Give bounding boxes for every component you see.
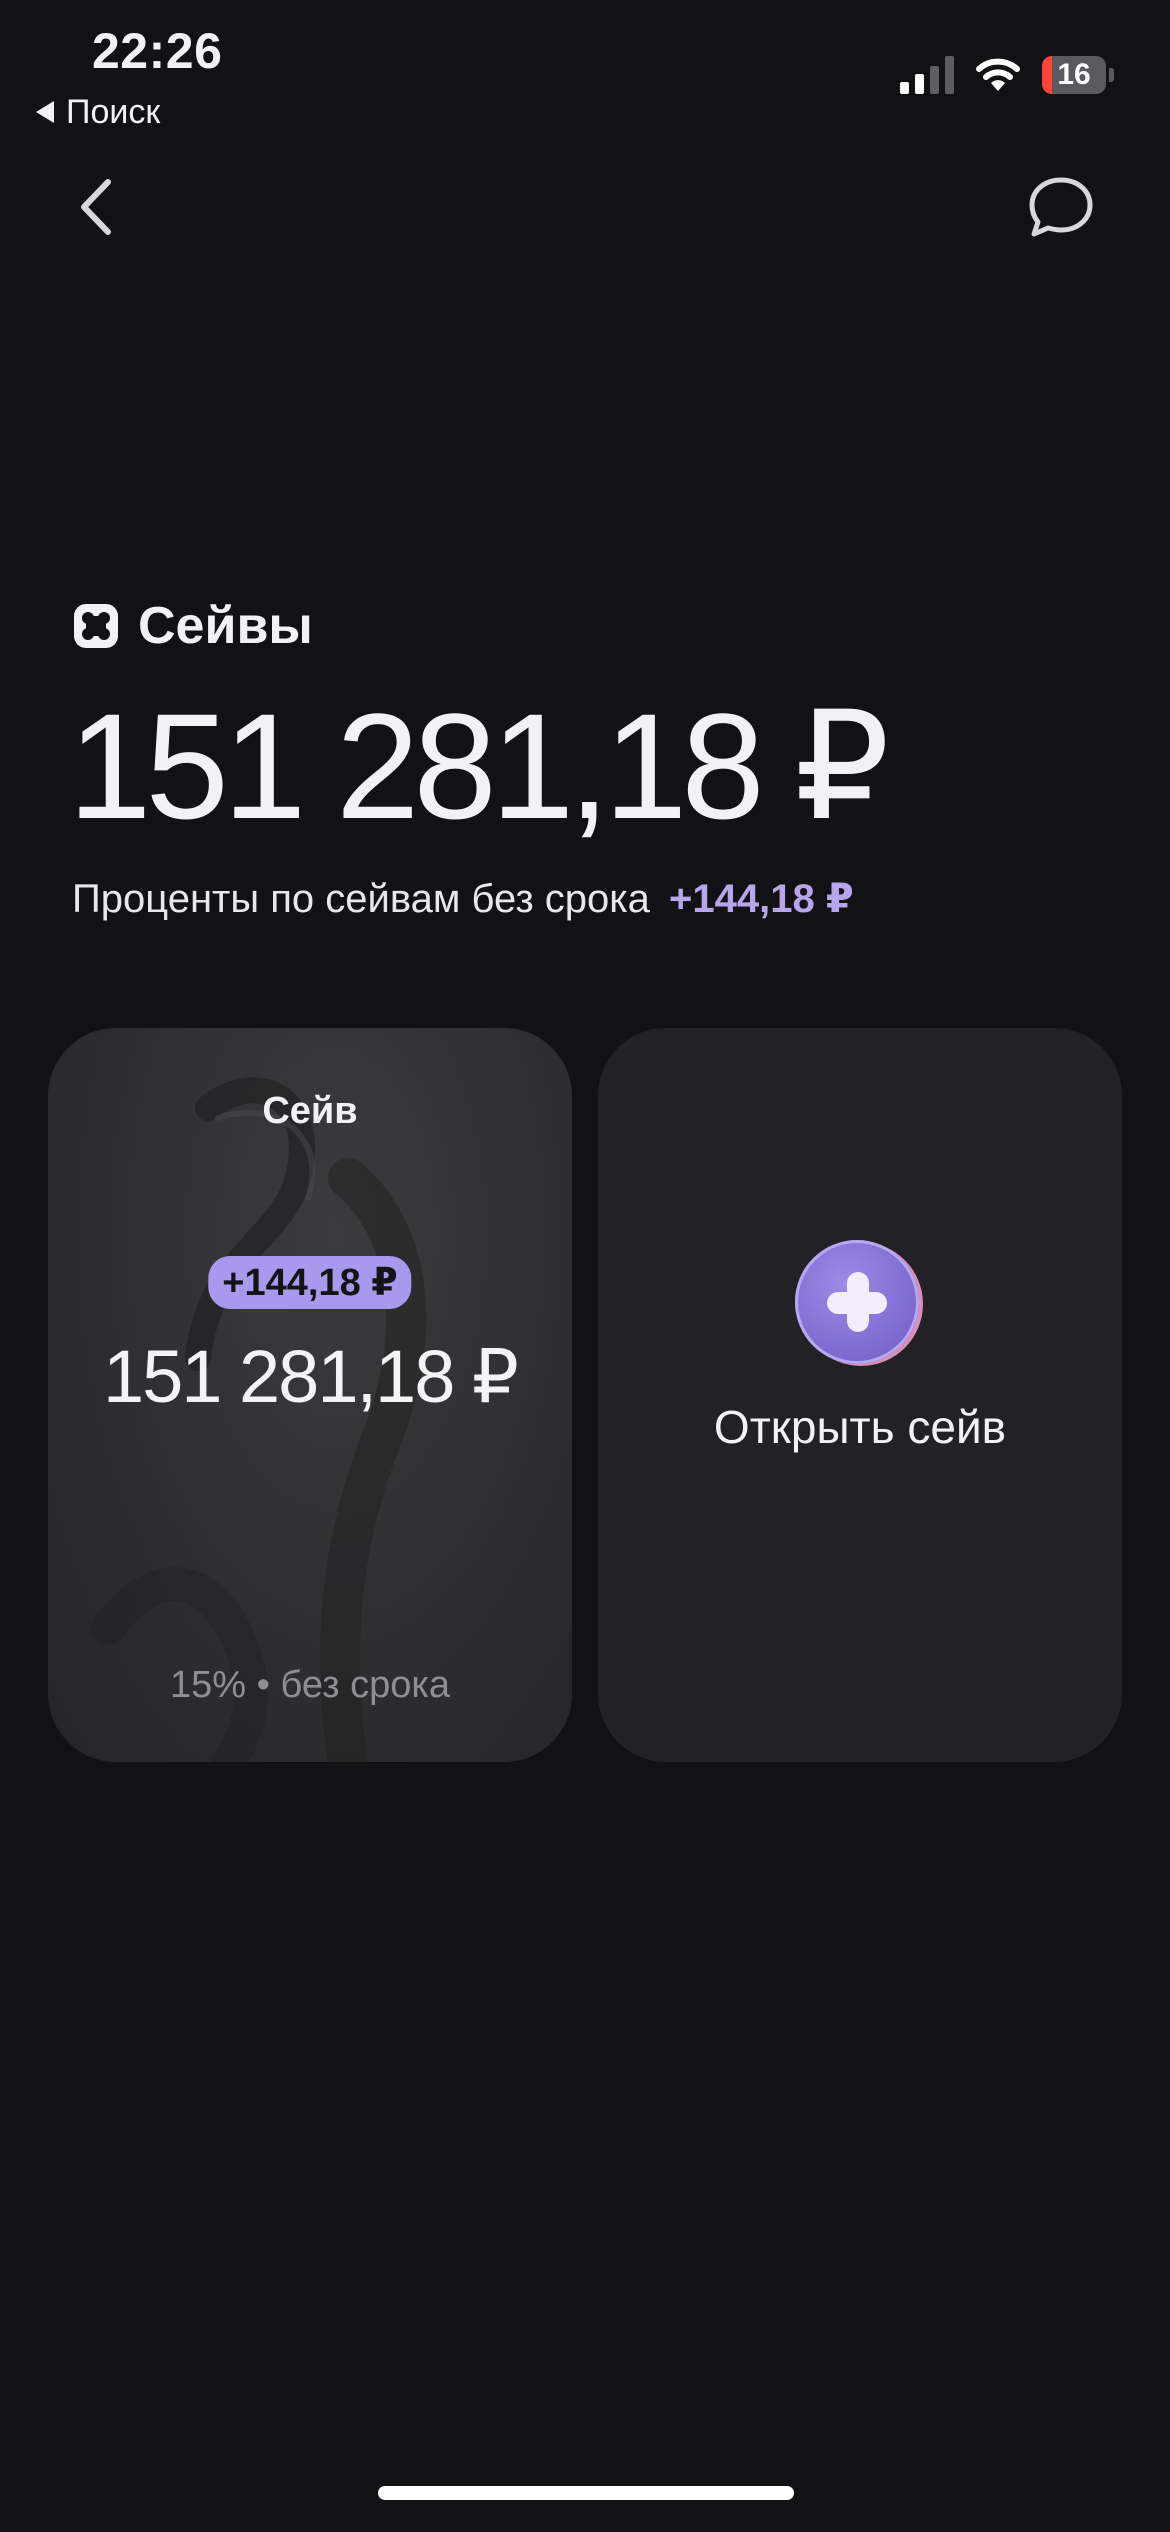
plus-icon <box>827 1272 887 1332</box>
battery-icon: 16 <box>1042 56 1114 94</box>
save-card-amount: 151 281,18 ₽ <box>102 1335 519 1418</box>
save-card-title: Сейв <box>262 1090 358 1132</box>
total-balance: 151 281,18 ₽ <box>68 682 890 850</box>
back-button[interactable] <box>70 172 126 242</box>
interest-badge: +144,18 ₽ <box>208 1256 412 1309</box>
chat-bubble-icon <box>1029 177 1093 237</box>
save-card-rate: 15% • без срока <box>170 1664 450 1706</box>
open-save-label: Открыть сейв <box>713 1401 1007 1453</box>
home-indicator[interactable] <box>378 2486 794 2500</box>
status-time: 22:26 <box>92 23 223 79</box>
section-title: Сейвы <box>138 597 313 655</box>
wifi-icon <box>976 58 1020 91</box>
signal-icon <box>900 56 954 94</box>
chevron-left-icon <box>81 179 111 235</box>
saves-icon <box>74 604 118 648</box>
section-header: Сейвы <box>72 596 313 656</box>
interest-value: +144,18 ₽ <box>669 877 854 921</box>
battery-level: 16 <box>1057 58 1091 91</box>
back-to-app-link[interactable]: Поиск <box>36 88 160 136</box>
interest-label: Проценты по сейвам без срока <box>72 877 650 921</box>
back-triangle-icon <box>36 101 54 123</box>
save-card[interactable]: Сейв +144,18 ₽ 151 281,18 ₽ 15% • без ср… <box>48 1028 572 1762</box>
chat-button[interactable] <box>1026 172 1096 242</box>
status-indicators: 16 <box>900 52 1114 98</box>
back-to-app-label: Поиск <box>66 92 161 131</box>
plus-button[interactable] <box>795 1240 919 1364</box>
open-save-card[interactable]: Открыть сейв <box>598 1028 1122 1762</box>
interest-summary: Проценты по сейвам без срока +144,18 ₽ <box>72 876 854 922</box>
